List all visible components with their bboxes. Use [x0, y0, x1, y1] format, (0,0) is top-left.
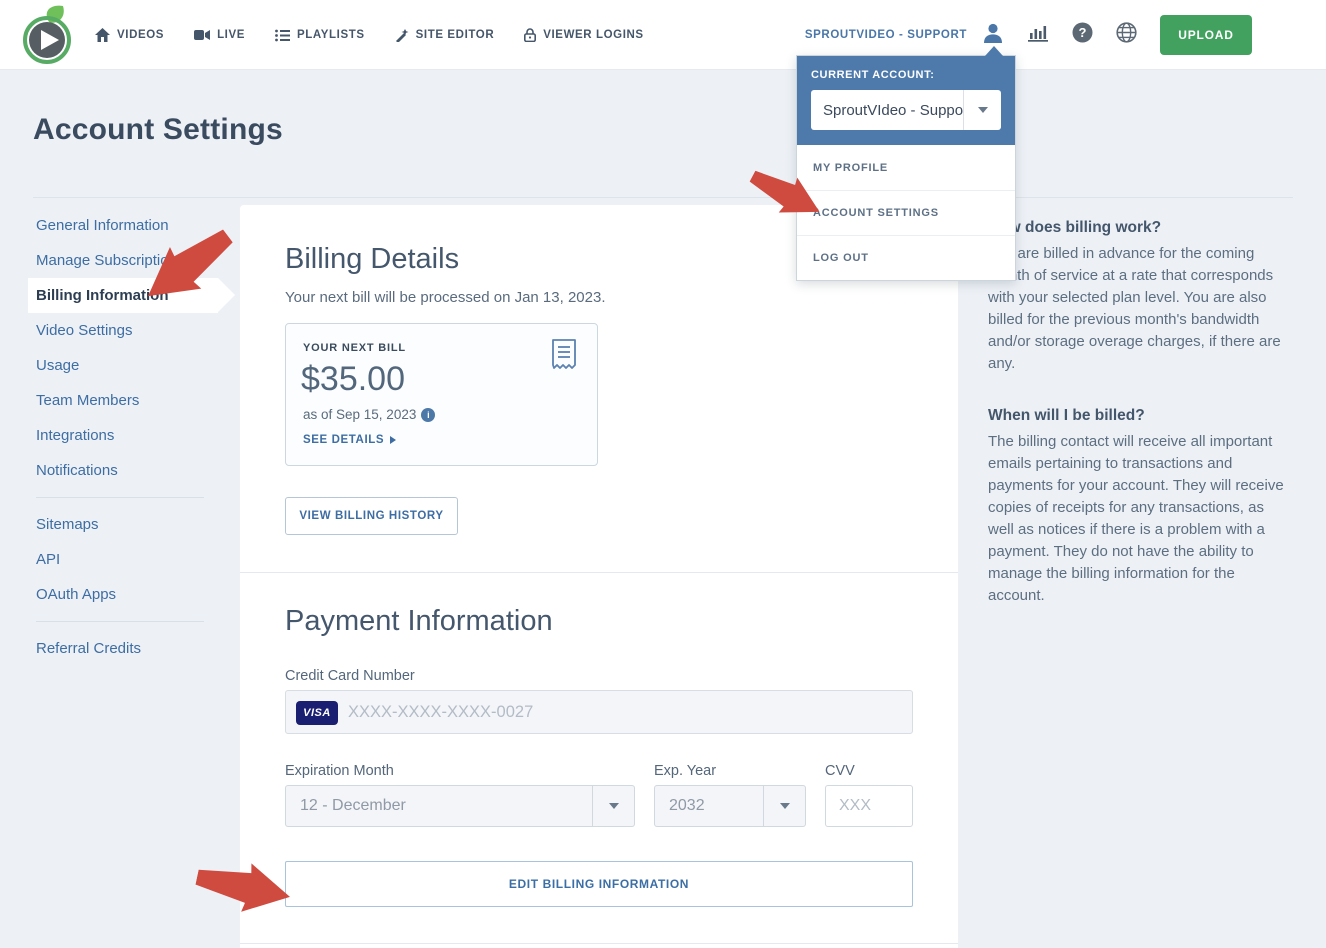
payment-information-heading: Payment Information: [285, 605, 553, 638]
account-dropdown-menu: CURRENT ACCOUNT: SproutVIdeo - Support M…: [796, 55, 1016, 281]
chevron-down-icon: [780, 803, 790, 809]
nav-item-videos[interactable]: VIDEOS: [95, 28, 164, 42]
account-select-caret: [963, 90, 1001, 130]
lock-icon: [524, 28, 536, 42]
expiration-month-label: Expiration Month: [285, 763, 394, 779]
info-icon[interactable]: i: [421, 408, 435, 422]
sidebar-item-oauth-apps[interactable]: OAuth Apps: [28, 577, 218, 612]
next-bill-subheading: Your next bill will be processed on Jan …: [285, 289, 606, 306]
see-details-link[interactable]: SEE DETAILS: [303, 434, 396, 446]
credit-card-number-input[interactable]: [348, 691, 903, 733]
exp-year-select[interactable]: 2032: [654, 785, 806, 827]
next-bill-amount: $35.00: [301, 360, 405, 399]
nav-label: VIEWER LOGINS: [543, 29, 643, 41]
help-title-how-billing-works: How does billing work?: [988, 219, 1293, 237]
sidebar-divider: [36, 497, 204, 498]
chevron-down-icon: [609, 803, 619, 809]
exp-year-label: Exp. Year: [654, 763, 716, 779]
help-title-when-billed: When will I be billed?: [988, 407, 1293, 425]
video-camera-icon: [194, 29, 210, 41]
see-details-label: SEE DETAILS: [303, 434, 384, 446]
sidebar-item-billing-information[interactable]: Billing Information: [28, 278, 218, 313]
account-select[interactable]: SproutVIdeo - Support: [811, 90, 1001, 130]
upload-button[interactable]: UPLOAD: [1160, 15, 1252, 55]
as-of-text: as of Sep 15, 2023: [303, 407, 416, 422]
chevron-down-icon: [978, 107, 988, 113]
expiration-month-caret: [592, 786, 634, 826]
sidebar-item-manage-subscription[interactable]: Manage Subscription: [28, 243, 218, 278]
receipt-icon: [551, 339, 577, 376]
exp-year-value: 2032: [655, 786, 763, 826]
sidebar-divider: [36, 621, 204, 622]
current-account-label: CURRENT ACCOUNT:: [811, 69, 1001, 81]
top-navigation-bar: VIDEOS LIVE PLAYLISTS SITE EDITOR VIEWER…: [0, 0, 1326, 70]
svg-text:?: ?: [1079, 25, 1087, 40]
sidebar-item-notifications[interactable]: Notifications: [28, 453, 218, 488]
expiration-month-select[interactable]: 12 - December: [285, 785, 635, 827]
nav-label: LIVE: [217, 29, 245, 41]
nav-item-playlists[interactable]: PLAYLISTS: [275, 29, 365, 42]
help-body-how-billing-works: You are billed in advance for the coming…: [988, 243, 1293, 375]
title-divider: [33, 197, 1293, 198]
person-icon[interactable]: [982, 22, 1004, 49]
sidebar-item-sitemaps[interactable]: Sitemaps: [28, 507, 218, 542]
billing-panel: Billing Details Your next bill will be p…: [240, 205, 958, 948]
current-account-section: CURRENT ACCOUNT: SproutVIdeo - Support: [797, 56, 1015, 145]
wand-icon: [395, 28, 409, 42]
analytics-icon[interactable]: [1027, 23, 1049, 48]
next-bill-as-of: as of Sep 15, 2023 i: [303, 407, 435, 422]
edit-billing-information-button[interactable]: EDIT BILLING INFORMATION: [285, 861, 913, 907]
cvv-input[interactable]: [825, 785, 913, 827]
sidebar-item-api[interactable]: API: [28, 542, 218, 577]
nav-label: VIDEOS: [117, 29, 164, 41]
account-menu-trigger[interactable]: SPROUTVIDEO - SUPPORT: [805, 29, 967, 41]
sidebar-item-video-settings[interactable]: Video Settings: [28, 313, 218, 348]
billing-details-heading: Billing Details: [285, 243, 459, 276]
sidebar-item-usage[interactable]: Usage: [28, 348, 218, 383]
nav-item-viewer-logins[interactable]: VIEWER LOGINS: [524, 28, 643, 42]
dropdown-caret: [985, 46, 1003, 56]
visa-badge: VISA: [296, 701, 338, 725]
main-nav: VIDEOS LIVE PLAYLISTS SITE EDITOR VIEWER…: [95, 0, 644, 70]
settings-sidebar: General Information Manage Subscription …: [28, 208, 218, 666]
globe-icon[interactable]: [1116, 22, 1137, 48]
menu-item-log-out[interactable]: LOG OUT: [797, 235, 1015, 280]
section-divider: [240, 572, 958, 573]
next-bill-label: YOUR NEXT BILL: [303, 342, 406, 354]
credit-card-number-label: Credit Card Number: [285, 668, 415, 684]
nav-item-live[interactable]: LIVE: [194, 29, 245, 41]
sidebar-item-integrations[interactable]: Integrations: [28, 418, 218, 453]
nav-item-site-editor[interactable]: SITE EDITOR: [395, 28, 495, 42]
help-body-when-billed: The billing contact will receive all imp…: [988, 431, 1293, 607]
sidebar-item-general-information[interactable]: General Information: [28, 208, 218, 243]
bottom-divider: [240, 943, 958, 944]
caret-right-icon: [390, 436, 396, 444]
billing-help-column: How does billing work? You are billed in…: [988, 219, 1293, 639]
sidebar-item-referral-credits[interactable]: Referral Credits: [28, 631, 218, 666]
next-bill-card: YOUR NEXT BILL $35.00 as of Sep 15, 2023…: [285, 323, 598, 466]
home-icon: [95, 28, 110, 42]
playlist-icon: [275, 29, 290, 42]
credit-card-number-field[interactable]: VISA: [285, 690, 913, 734]
cvv-label: CVV: [825, 763, 855, 779]
help-icon[interactable]: ?: [1072, 22, 1093, 48]
sidebar-item-team-members[interactable]: Team Members: [28, 383, 218, 418]
exp-year-caret: [763, 786, 805, 826]
menu-item-account-settings[interactable]: ACCOUNT SETTINGS: [797, 190, 1015, 235]
view-billing-history-button[interactable]: VIEW BILLING HISTORY: [285, 497, 458, 535]
account-select-value: SproutVIdeo - Support: [811, 90, 963, 130]
nav-label: SITE EDITOR: [416, 29, 495, 41]
nav-label: PLAYLISTS: [297, 29, 365, 41]
menu-item-my-profile[interactable]: MY PROFILE: [797, 145, 1015, 190]
page-title: Account Settings: [33, 113, 283, 147]
expiration-month-value: 12 - December: [286, 786, 592, 826]
sproutvideo-logo[interactable]: [22, 4, 76, 66]
